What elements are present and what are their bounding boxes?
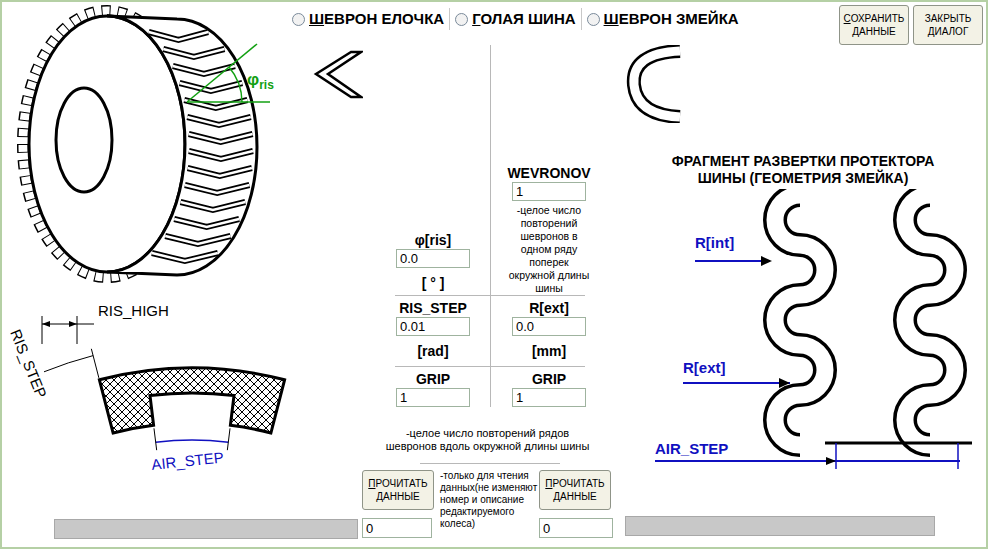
close-button[interactable]: ЗАКРЫТЬ ДИАЛОГ (913, 5, 983, 45)
right-value-field[interactable] (539, 518, 613, 538)
read-note: -только для чтения данных(не изменяют но… (435, 470, 539, 530)
snake-band (905, 195, 955, 445)
svg-text:AIR_STEP: AIR_STEP (151, 448, 225, 472)
r-ext-unit: [mm] (532, 342, 566, 360)
ris-step-label: RIS_STEP (399, 299, 467, 317)
tread-chevron (165, 236, 230, 244)
wevronov-label: WEVRONOV (507, 164, 590, 182)
ris-step-input[interactable] (396, 317, 470, 336)
section-figure: RIS_HIGH RIS_STEP AIR_STEP (2, 292, 300, 514)
tread-chevron (152, 253, 218, 261)
svg-text:RIS_HIGH: RIS_HIGH (98, 302, 169, 319)
tread-chevron (180, 83, 243, 91)
status-field (54, 519, 358, 539)
svg-text:RIS_STEP: RIS_STEP (7, 327, 50, 401)
diagram-title: ФРАГМЕНТ РАЗВЕРТКИ ПРОТЕКТОРА ШИНЫ (ГЕОМ… (653, 153, 953, 187)
grip-input[interactable] (396, 388, 470, 407)
read-button[interactable]: ПРОЧИТАТЬ ДАННЫЕ (539, 470, 611, 510)
svg-text:R[int]: R[int] (695, 234, 734, 251)
grip-label: GRIP (416, 370, 450, 388)
grip-note: -целое число повторений рядов шевронов в… (385, 427, 590, 453)
tread-chevron (149, 32, 208, 40)
left-value-field[interactable] (362, 518, 432, 538)
tread-chevron (189, 151, 253, 159)
tread-chevron (184, 100, 247, 108)
grip-label: GRIP (532, 370, 566, 388)
read-button[interactable]: ПРОЧИТАТЬ ДАННЫЕ (362, 470, 434, 510)
tread-chevron (189, 134, 253, 142)
mode-radio[interactable]: ГОЛАЯ ШИНА (449, 8, 581, 30)
body: φ[ris] [ ° ] WEVRONOV -целое число повторен… (300, 45, 986, 547)
tread-chevron (181, 202, 246, 210)
save-button[interactable]: СОХРАНИТЬ ДАННЫЕ (839, 5, 909, 45)
snake-band (775, 195, 825, 445)
herringbone-chevron-icon (313, 50, 363, 100)
mode-radio[interactable]: ШЕВРОН ЗМЕЙКА (582, 8, 744, 30)
tread-chevron (187, 117, 251, 125)
ris-step-unit: [rad] (417, 342, 448, 360)
wevronov-input[interactable] (512, 182, 586, 201)
left-panel: φris RIS_HIGH RIS_STEP AIR_STEP (2, 2, 300, 547)
tread-chevron (185, 185, 250, 193)
wevronov-note: -целое число повторений шевронов в одном… (508, 204, 590, 295)
svg-text:AIR_STEP: AIR_STEP (655, 440, 728, 457)
phi-ris-unit: [ ° ] (422, 274, 445, 292)
tread-chevron (163, 49, 224, 57)
angle-label: φris (247, 70, 274, 92)
r-ext-input[interactable] (512, 317, 586, 336)
tread-chevron (188, 168, 252, 176)
tire-tread-dialog: φris RIS_HIGH RIS_STEP AIR_STEP ШЕВРОН ЕЛОЧК… (0, 0, 988, 549)
snake-chevron-icon (625, 45, 685, 123)
r-ext-label: R[ext] (529, 299, 569, 317)
diagram-panel: ФРАГМЕНТ РАЗВЕРТКИ ПРОТЕКТОРА ШИНЫ (ГЕОМ… (620, 45, 986, 547)
phi-ris-label: φ[ris] (415, 231, 451, 249)
tread-diagram: AIR_STEP R[int] R[ext] (620, 189, 988, 479)
top-bar: ШЕВРОН ЕЛОЧКАГОЛАЯ ШИНАШЕВРОН ЗМЕЙКАСОХР… (300, 2, 986, 45)
mode-radio[interactable]: ШЕВРОН ЕЛОЧКА (287, 8, 449, 30)
phi-ris-input[interactable] (396, 249, 470, 268)
main-panel: ШЕВРОН ЕЛОЧКАГОЛАЯ ШИНАШЕВРОН ЗМЕЙКАСОХР… (300, 2, 986, 547)
svg-text:R[ext]: R[ext] (683, 359, 726, 376)
grip-input[interactable] (512, 388, 586, 407)
form-panel: φ[ris] [ ° ] WEVRONOV -целое число повторен… (300, 45, 620, 547)
status-field (625, 516, 935, 536)
top-buttons: СОХРАНИТЬ ДАННЫЕЗАКРЫТЬ ДИАЛОГ (839, 5, 983, 45)
tread-chevron (174, 219, 239, 227)
tire-figure: φris (2, 2, 300, 292)
mode-group: ШЕВРОН ЕЛОЧКАГОЛАЯ ШИНАШЕВРОН ЗМЕЙКА (287, 8, 744, 30)
